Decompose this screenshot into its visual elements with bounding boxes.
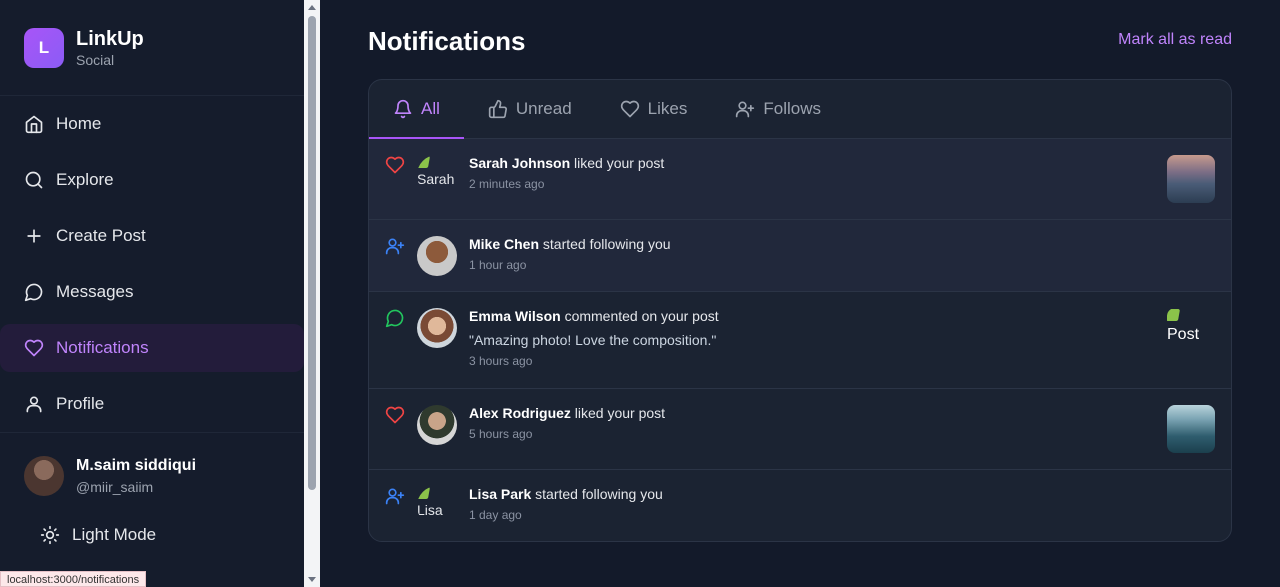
notification-time: 1 hour ago	[469, 258, 527, 272]
notification-user-name[interactable]: Sarah Johnson	[469, 155, 570, 171]
notification-action: commented on your post	[564, 308, 719, 324]
notification-time: 3 hours ago	[469, 354, 533, 368]
user-plus-icon	[385, 486, 405, 506]
sidebar-item-label: Messages	[56, 282, 134, 301]
post-thumbnail[interactable]: Post	[1167, 308, 1215, 356]
notification-row[interactable]: Mike Chen started following you 1 hour a…	[369, 220, 1231, 292]
scrollbar-thumb[interactable]	[308, 16, 316, 490]
message-icon	[24, 282, 44, 302]
notification-row[interactable]: Sarah Sarah Johnson liked your post 2 mi…	[369, 139, 1231, 220]
sidebar-item-home[interactable]: Home	[0, 100, 304, 148]
avatar-alt-text: Lisa	[417, 502, 443, 518]
sidebar-divider	[0, 432, 304, 433]
scrollbar[interactable]	[304, 0, 320, 587]
sidebar-item-profile[interactable]: Profile	[0, 380, 304, 428]
notification-time: 2 minutes ago	[469, 177, 545, 191]
notification-action: liked your post	[574, 155, 665, 171]
brand-logo: L	[24, 27, 64, 68]
notification-row[interactable]: Emma Wilson commented on your post "Amaz…	[369, 292, 1231, 389]
notifications-card: All Unread Likes Follows Sarah Sarah Joh…	[368, 79, 1232, 542]
light-mode-toggle[interactable]: Light Mode	[40, 525, 156, 545]
user-plus-icon	[735, 99, 755, 119]
home-icon	[24, 114, 44, 134]
sidebar-item-label: Home	[56, 114, 102, 133]
page-title: Notifications	[368, 26, 526, 56]
user-icon	[24, 394, 44, 414]
tab-follows[interactable]: Follows	[711, 80, 845, 138]
sidebar-item-label: Create Post	[56, 226, 146, 245]
brand-name: LinkUp	[76, 27, 144, 50]
notification-user-name[interactable]: Alex Rodriguez	[469, 405, 571, 421]
avatar[interactable]: Sarah	[417, 155, 457, 195]
sidebar-item-create-post[interactable]: Create Post	[0, 212, 304, 260]
user-name: M.saim siddiqui	[76, 457, 197, 474]
bell-icon	[393, 99, 413, 119]
tab-label: All	[421, 99, 440, 118]
comment-quote: "Amazing photo! Love the composition."	[469, 332, 717, 348]
post-thumbnail[interactable]	[1167, 155, 1215, 203]
sidebar-item-messages[interactable]: Messages	[0, 268, 304, 316]
status-bar-url: localhost:3000/notifications	[0, 571, 147, 587]
avatar[interactable]	[417, 236, 457, 276]
tab-label: Unread	[515, 99, 572, 118]
notification-time: 1 day ago	[469, 508, 522, 522]
search-icon	[24, 170, 44, 190]
plus-icon	[24, 226, 44, 246]
tab-all[interactable]: All	[369, 80, 464, 139]
notification-user-name[interactable]: Emma Wilson	[469, 308, 561, 324]
sidebar-item-explore[interactable]: Explore	[0, 156, 304, 204]
user-profile-card[interactable]: M.saim siddiqui @miir_saiim	[24, 456, 196, 496]
sidebar-item-label: Notifications	[56, 338, 149, 357]
notification-action: liked your post	[574, 405, 666, 421]
tab-label: Follows	[763, 99, 821, 118]
post-thumbnail[interactable]	[1167, 405, 1215, 453]
notification-row[interactable]: Alex Rodriguez liked your post 5 hours a…	[369, 389, 1231, 470]
tab-label: Likes	[647, 99, 688, 118]
user-handle: @miir_saiim	[76, 479, 154, 495]
tab-likes[interactable]: Likes	[596, 80, 712, 138]
notification-action: started following you	[535, 486, 663, 502]
tab-unread[interactable]: Unread	[464, 80, 596, 138]
user-plus-icon	[385, 236, 405, 256]
scroll-up-arrow[interactable]	[308, 5, 316, 10]
light-mode-label: Light Mode	[72, 525, 157, 544]
sidebar-nav: Home Explore Create Post Messages Notifi…	[0, 100, 304, 436]
main-content: Notifications Mark all as read All Unrea…	[320, 0, 1280, 587]
notification-time: 5 hours ago	[469, 427, 533, 441]
sun-icon	[40, 525, 60, 545]
app-window: L LinkUp Social Home Explore Create Post…	[0, 0, 1280, 587]
brand[interactable]: L LinkUp Social	[0, 0, 304, 96]
sidebar-item-label: Profile	[56, 394, 105, 413]
notification-user-name[interactable]: Lisa Park	[469, 486, 531, 502]
brand-subtitle: Social	[76, 51, 115, 68]
thumbs-up-icon	[488, 99, 508, 119]
sidebar-item-label: Explore	[56, 170, 114, 189]
sidebar: L LinkUp Social Home Explore Create Post…	[0, 0, 304, 587]
thumbnail-alt-text: Post	[1167, 326, 1200, 343]
scroll-down-arrow[interactable]	[308, 577, 316, 582]
avatar	[24, 456, 64, 496]
avatar[interactable]	[417, 405, 457, 445]
avatar[interactable]: Lisa	[417, 486, 457, 526]
comment-icon	[385, 308, 405, 328]
heart-icon	[24, 338, 44, 358]
sidebar-item-notifications[interactable]: Notifications	[0, 324, 304, 372]
avatar[interactable]	[417, 308, 457, 348]
heart-icon	[620, 99, 640, 119]
heart-icon	[385, 405, 405, 425]
notification-row[interactable]: Lisa Lisa Park started following you 1 d…	[369, 470, 1231, 541]
notification-tabs: All Unread Likes Follows	[369, 80, 1231, 139]
notification-action: started following you	[542, 236, 671, 252]
avatar-alt-text: Sarah	[417, 171, 455, 187]
mark-all-read-button[interactable]: Mark all as read	[1118, 31, 1232, 49]
heart-icon	[385, 155, 405, 175]
notification-user-name[interactable]: Mike Chen	[469, 236, 539, 252]
